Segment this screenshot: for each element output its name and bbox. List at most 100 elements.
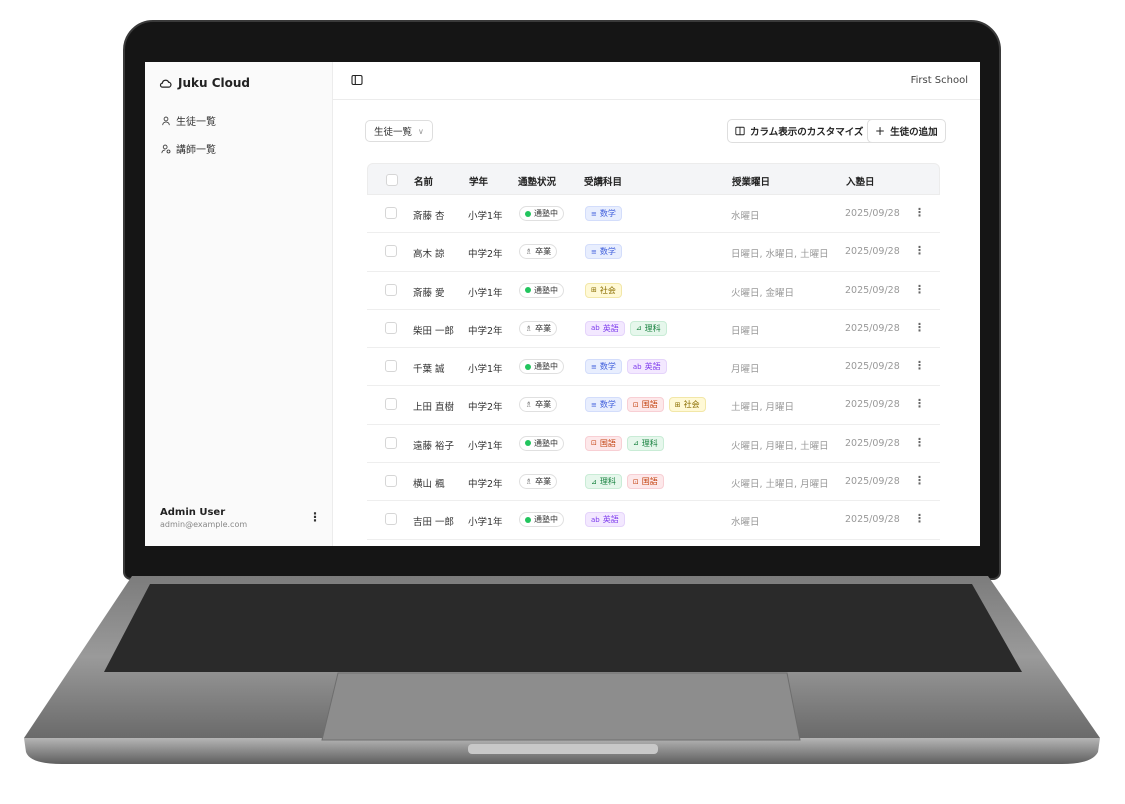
join-date: 2025/09/28 — [845, 437, 900, 449]
graduation-icon: ♗ — [525, 400, 533, 410]
row-menu-icon[interactable]: ⋮ — [914, 397, 925, 410]
subject-tag: ⊡ 国語 — [626, 397, 664, 413]
subject-label: 社会 — [599, 285, 616, 295]
select-all-checkbox[interactable] — [386, 174, 398, 186]
table-row[interactable]: 遠藤 裕子 小学1年 通塾中 ⊡ 国語 ⊿ 理科 火曜日, 月曜日, 土曜日 2025/09/2… — [367, 425, 940, 464]
row-menu-icon[interactable]: ⋮ — [914, 359, 925, 372]
sidebar-item-students[interactable]: 生徒一覧 — [161, 113, 216, 128]
row-checkbox[interactable] — [385, 283, 397, 296]
row-menu-icon[interactable]: ⋮ — [914, 512, 925, 525]
table-body: 斎藤 杏小学1年 通塾中 ≡ 数学 水曜日 2025/09/28 ⋮ 高木 諒中学2年 ♗ 卒業 ≡… — [367, 195, 940, 540]
student-grade: 中学2年 — [468, 325, 503, 337]
row-menu-icon[interactable]: ⋮ — [914, 206, 925, 219]
status-label: 通塾中 — [534, 515, 558, 525]
table-row[interactable]: 高木 諒 中学2年 ♗ 卒業 ≡ 数学 日曜日, 水曜日, 土曜日 2025/09/28 ⋮ — [367, 233, 940, 272]
user-profile[interactable]: Admin User admin@example.com — [160, 507, 247, 529]
status-badge: 通塾中 — [519, 435, 564, 451]
school-name: First School — [910, 75, 968, 86]
subject-tag: ⊡ 国語 — [626, 474, 664, 490]
user-menu-icon[interactable]: ⋮ — [309, 510, 321, 524]
header-name[interactable]: 名前 — [414, 174, 433, 188]
status-label: 通塾中 — [534, 209, 558, 218]
panel-toggle-icon[interactable] — [351, 74, 363, 86]
subject-tags: ≡ 数学 — [585, 244, 622, 260]
class-days: 月曜日 — [731, 364, 760, 376]
add-student-button[interactable]: + 生徒の追加 — [867, 119, 946, 143]
user-name: Admin User — [160, 507, 226, 518]
row-checkbox[interactable] — [385, 207, 397, 219]
student-name: 横山 楓 — [413, 479, 445, 491]
app-screen: Juku Cloud 生徒一覧 講師一覧 Admin User admin@ex… — [145, 62, 980, 546]
status-label: 卒業 — [535, 400, 552, 410]
row-menu-icon[interactable]: ⋮ — [914, 436, 925, 449]
subject-tags: ≡ 数学 — [585, 206, 622, 221]
user-cog-icon — [161, 144, 171, 153]
table-row[interactable]: 斎藤 愛 小学1年 通塾中 ⊞ 社会 火曜日, 金曜日 2025/09/28 ⋮ — [367, 272, 940, 310]
header-grade[interactable]: 学年 — [469, 174, 488, 188]
subject-icon: ⊿ — [635, 324, 642, 333]
table-row[interactable]: 吉田 一郎 小学1年 通塾中 ab 英語 水曜日 2025/09/28 ⋮ — [367, 501, 940, 540]
subject-tags: ≡ 数学 ab 英語 — [585, 359, 667, 375]
subject-tag: ⊡ 国語 — [585, 435, 622, 451]
row-menu-icon[interactable]: ⋮ — [914, 321, 925, 334]
subject-icon: ⊡ — [632, 477, 639, 486]
table-row[interactable]: 横山 楓中学2年 ♗ 卒業 ⊿ 理科 ⊡ 国語 火曜日, 土曜日, 月曜日 2025/09/28… — [367, 463, 940, 502]
row-checkbox[interactable] — [385, 475, 397, 488]
student-name: 斎藤 杏 — [413, 211, 445, 222]
subject-label: 数学 — [599, 209, 616, 218]
subject-tag: ≡ 数学 — [585, 206, 622, 221]
row-menu-icon[interactable]: ⋮ — [914, 283, 925, 296]
student-grade: 中学2年 — [468, 249, 503, 261]
subject-tag: ⊿ 理科 — [585, 474, 622, 490]
graduation-icon: ♗ — [525, 323, 533, 333]
row-checkbox[interactable] — [385, 513, 397, 526]
subject-tag: ⊿ 理科 — [629, 320, 667, 336]
check-circle-icon — [525, 210, 531, 217]
header-days[interactable]: 授業曜日 — [732, 174, 770, 188]
table-row[interactable]: 上田 直樹 中学2年 ♗ 卒業 ≡ 数学 ⊡ 国語 ⊞ 社会 土曜日, 月曜日 2025/09/28 ⋮ — [367, 386, 940, 425]
subject-label: 国語 — [641, 477, 658, 487]
subject-tag: ab 英語 — [585, 320, 625, 336]
row-checkbox[interactable] — [385, 321, 397, 334]
class-days: 火曜日, 金曜日 — [731, 287, 795, 299]
table-row[interactable]: 柴田 一郎 中学2年 ♗ 卒業 ab 英語 ⊿ 理科 日曜日 2025/09/28 ⋮ — [367, 310, 940, 349]
subject-icon: ⊿ — [632, 439, 639, 448]
row-checkbox[interactable] — [385, 360, 397, 373]
header-status[interactable]: 通塾状況 — [518, 174, 556, 188]
brand[interactable]: Juku Cloud — [159, 76, 250, 90]
customize-columns-button[interactable]: カラム表示のカスタマイズ ∨ — [727, 119, 883, 143]
row-checkbox[interactable] — [385, 436, 397, 449]
sidebar-item-teachers[interactable]: 講師一覧 — [161, 141, 216, 156]
subject-tag: ab 英語 — [626, 359, 667, 375]
class-days: 日曜日, 水曜日, 土曜日 — [731, 249, 829, 261]
student-grade: 小学1年 — [468, 211, 503, 222]
check-circle-icon — [525, 440, 531, 447]
subject-icon: ⊞ — [591, 286, 597, 295]
row-menu-icon[interactable]: ⋮ — [914, 244, 925, 257]
subject-tags: ⊞ 社会 — [585, 282, 622, 298]
row-checkbox[interactable] — [385, 398, 397, 411]
subject-tags: ⊡ 国語 ⊿ 理科 — [585, 435, 664, 451]
subject-icon: ⊡ — [591, 439, 597, 448]
header-subjects[interactable]: 受講科目 — [584, 174, 622, 188]
subject-label: 理科 — [599, 477, 616, 487]
student-grade: 小学1年 — [468, 364, 503, 376]
subject-icon: ≡ — [591, 362, 597, 371]
header-joined[interactable]: 入塾日 — [846, 174, 875, 188]
status-badge: ♗ 卒業 — [519, 397, 558, 413]
student-name: 遠藤 裕子 — [413, 440, 455, 452]
subject-icon: ≡ — [591, 247, 597, 256]
table-row[interactable]: 斎藤 杏 小学1年 通塾中 ≡ 数学 水曜日 2025/09/28 ⋮ — [367, 195, 940, 234]
table-header: 名前 学年 通塾状況 受講科目 授業曜日 入塾日 — [367, 163, 940, 195]
row-menu-icon[interactable]: ⋮ — [914, 474, 925, 487]
table-row[interactable]: 千葉 誠小学1年 通塾中 ≡ 数学 ab 英語 月曜日 2025/09/28 ⋮ — [367, 348, 940, 387]
sidebar-item-label: 生徒一覧 — [176, 117, 216, 128]
subject-tag: ⊞ 社会 — [668, 397, 706, 413]
status-badge: ♗ 卒業 — [519, 474, 558, 490]
subject-tags: ab 英語 — [585, 512, 625, 528]
row-checkbox[interactable] — [385, 245, 397, 258]
view-select[interactable]: 生徒一覧 ∨ — [365, 120, 433, 142]
subject-label: 理科 — [644, 323, 661, 333]
students-table: 名前 学年 通塾状況 受講科目 授業曜日 入塾日 斎藤 杏小学1年 通塾中 ≡ 数学水… — [367, 163, 940, 540]
subject-label: 国語 — [641, 400, 658, 410]
